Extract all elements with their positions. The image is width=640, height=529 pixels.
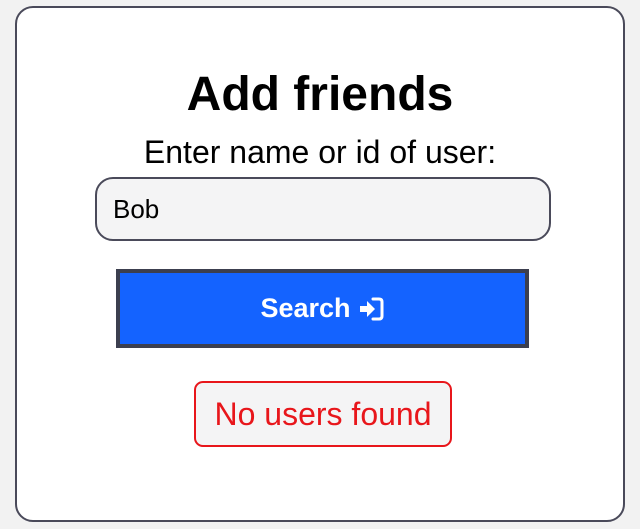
- page-title: Add friends: [186, 68, 454, 121]
- search-button[interactable]: Search: [116, 269, 529, 348]
- sign-in-icon: [357, 295, 385, 323]
- add-friends-card: Add friends Enter name or id of user: Se…: [15, 6, 625, 522]
- no-results-message: No users found: [194, 381, 452, 447]
- search-prompt-label: Enter name or id of user:: [143, 134, 497, 170]
- search-input[interactable]: [95, 177, 551, 241]
- search-button-label: Search: [260, 293, 351, 323]
